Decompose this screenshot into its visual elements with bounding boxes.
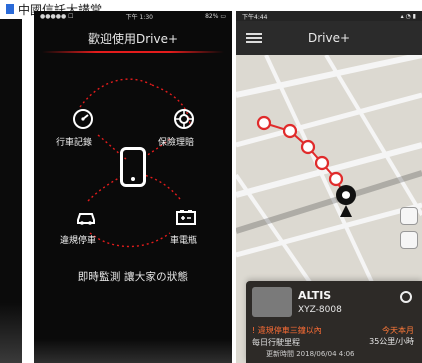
status-right-left: 下午4:44 xyxy=(242,13,268,21)
status-left: ●●●●● ☐ xyxy=(40,12,74,20)
arrow-br-to-center xyxy=(143,174,181,200)
arrow-bottom-loop xyxy=(89,232,171,248)
mid-header-title: 歡迎使用Drive+ xyxy=(87,31,179,46)
right-header-title: Drive+ xyxy=(307,31,351,45)
left-phone-glow xyxy=(0,303,22,363)
arrow-bl-to-center xyxy=(87,174,125,202)
car-plate: XYZ-8008 xyxy=(298,305,342,315)
metric-value: 35公里/小時 xyxy=(369,337,414,346)
sub-text: 每日行駛里程 xyxy=(252,338,300,347)
label-br: 車電瓶 xyxy=(170,236,198,246)
map-control-1[interactable] xyxy=(400,207,418,225)
map-svg xyxy=(236,55,422,291)
status-right: 82% ▭ xyxy=(205,12,226,20)
feature-diagram: 行車記錄 保險理賠 違規停車 車電瓶 xyxy=(34,55,232,265)
label-bl: 違規停車 xyxy=(60,236,97,246)
mid-caption: 即時監測 讓大家の狀態 xyxy=(77,271,189,283)
battery-icon xyxy=(176,210,196,225)
left-phone-sliver xyxy=(0,19,22,363)
menu-icon[interactable] xyxy=(246,31,262,45)
car-title: ALTIS xyxy=(298,289,332,302)
map-control-2[interactable] xyxy=(400,231,418,249)
right-header: Drive+ xyxy=(236,21,422,55)
tire-icon xyxy=(174,109,194,129)
arrow-tl-to-top xyxy=(79,78,153,108)
mid-content: 行車記錄 保險理賠 違規停車 車電瓶 即時監測 讓大家の狀態 xyxy=(34,55,232,363)
header-underline xyxy=(42,51,224,53)
map-controls xyxy=(400,207,420,255)
status-bar-mid: ●●●●● ☐ 下午 1:30 82% ▭ xyxy=(34,11,232,21)
update-time: 更新時間 2018/06/04 4:06 xyxy=(266,350,355,358)
label-tr: 保險理賠 xyxy=(158,138,195,148)
mid-bottom-bar xyxy=(34,339,232,363)
vehicle-card[interactable]: ALTIS XYZ-8008 ! 違規停車三鐘以內 每日行駛里程 今天本月 35… xyxy=(246,281,422,363)
phone-home-dot xyxy=(131,177,135,181)
phone-icon xyxy=(120,147,146,187)
warning-text: ! 違規停車三鐘以內 xyxy=(252,326,322,335)
status-bar-right: 下午4:44 ▴ ◔ ▮ xyxy=(236,11,422,21)
status-time: 下午 1:30 xyxy=(125,13,153,21)
status-right-right: ▴ ◔ ▮ xyxy=(400,12,416,20)
speedometer-icon xyxy=(73,109,93,129)
metric: 今天本月 35公里/小時 xyxy=(369,325,414,347)
details-icon[interactable] xyxy=(400,291,412,303)
phone-mid: ●●●●● ☐ 下午 1:30 82% ▭ 歡迎使用Drive+ 行車記錄 保險… xyxy=(34,11,232,363)
metric-key: 今天本月 xyxy=(382,326,414,335)
car-icon xyxy=(77,213,95,225)
phone-right: 下午4:44 ▴ ◔ ▮ Drive+ ALTIS XYZ-8008 ! 違規停… xyxy=(236,11,422,363)
map-view[interactable] xyxy=(236,55,422,291)
mid-header: 歡迎使用Drive+ xyxy=(34,21,232,55)
brand-logo xyxy=(6,4,14,14)
label-tl: 行車記錄 xyxy=(56,138,93,148)
car-thumbnail xyxy=(252,287,292,317)
